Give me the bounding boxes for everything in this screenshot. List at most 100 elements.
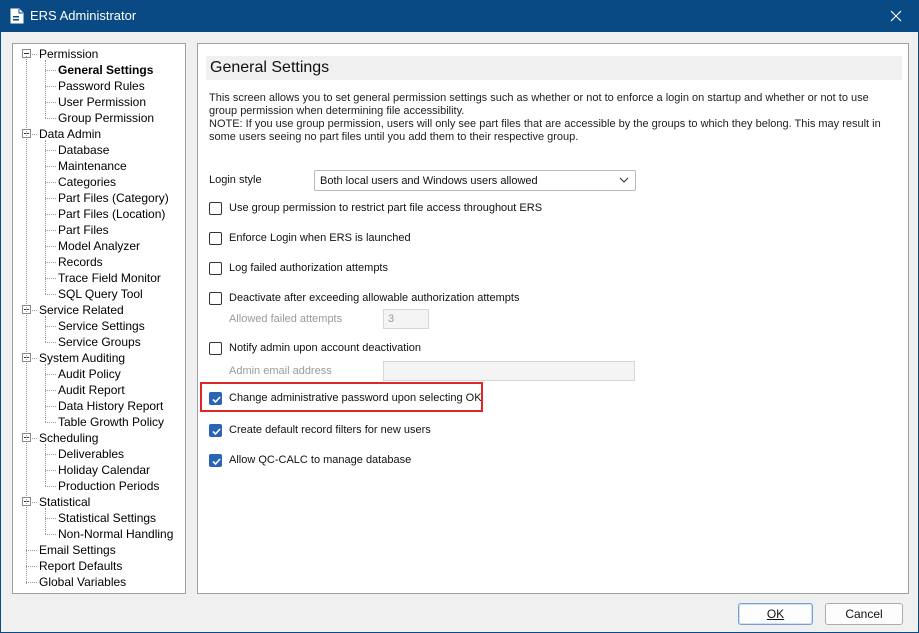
tree-connector	[26, 566, 37, 567]
tree-connector	[45, 364, 46, 422]
tree-item[interactable]: Audit Policy	[58, 366, 121, 382]
deactivate-label: Deactivate after exceeding allowable aut…	[229, 292, 520, 304]
notify-admin-label: Notify admin upon account deactivation	[229, 342, 422, 354]
tree-item[interactable]: Records	[58, 254, 103, 270]
tree-connector	[32, 310, 37, 311]
tree-connector	[45, 86, 56, 87]
tree-group[interactable]: Report Defaults	[39, 558, 122, 574]
tree-connector	[45, 182, 56, 183]
tree-item[interactable]: Trace Field Monitor	[58, 270, 161, 286]
tree-connector	[32, 438, 37, 439]
deactivate-checkbox[interactable]	[209, 292, 222, 305]
create-filters-checkbox[interactable]	[209, 424, 222, 437]
tree-group[interactable]: Statistical	[39, 494, 90, 510]
tree-item[interactable]: Audit Report	[58, 382, 125, 398]
tree-item[interactable]: Data History Report	[58, 398, 163, 414]
tree-connector	[45, 70, 56, 71]
create-filters-option[interactable]: Create default record filters for new us…	[209, 422, 469, 440]
tree-group[interactable]: Data Admin	[39, 126, 101, 142]
tree-item[interactable]: General Settings	[58, 62, 153, 78]
tree-connector	[45, 214, 56, 215]
tree-group[interactable]: System Auditing	[39, 350, 125, 366]
notify-admin-checkbox[interactable]	[209, 342, 222, 355]
log-failed-checkbox[interactable]	[209, 262, 222, 275]
checkmark-icon	[212, 458, 221, 466]
tree-connector	[45, 118, 56, 119]
tree-connector	[45, 470, 56, 471]
tree-connector	[45, 262, 56, 263]
create-filters-label: Create default record filters for new us…	[229, 424, 431, 436]
title-bar: ERS Administrator	[0, 0, 919, 32]
tree-item[interactable]: Part Files (Category)	[58, 190, 169, 206]
tree-item[interactable]: Model Analyzer	[58, 238, 140, 254]
tree-item[interactable]: Database	[58, 142, 109, 158]
login-style-select[interactable]: Both local users and Windows users allow…	[314, 170, 636, 191]
admin-email-input[interactable]	[383, 361, 635, 381]
tree-connector	[32, 54, 37, 55]
allow-qccalc-checkbox[interactable]	[209, 454, 222, 467]
ok-button[interactable]: OK	[738, 603, 813, 625]
tree-connector	[32, 502, 37, 503]
description-text: This screen allows you to set general pe…	[209, 92, 869, 117]
tree-item[interactable]: Service Settings	[58, 318, 145, 334]
tree-item[interactable]: Part Files (Location)	[58, 206, 165, 222]
tree-connector	[32, 358, 37, 359]
tree-connector	[45, 326, 56, 327]
allow-qccalc-option[interactable]: Allow QC-CALC to manage database	[209, 452, 469, 470]
tree-connector	[45, 316, 46, 342]
use-group-permission-checkbox[interactable]	[209, 202, 222, 215]
tree-connector	[45, 246, 56, 247]
tree-item[interactable]: Holiday Calendar	[58, 462, 150, 478]
app-document-icon	[10, 8, 24, 24]
description-note: NOTE: If you use group permission, users…	[209, 118, 881, 143]
navigation-tree[interactable]: Permission General Settings Password Rules…	[12, 43, 186, 594]
allowed-attempts-input[interactable]: 3	[383, 309, 429, 329]
enforce-login-checkbox[interactable]	[209, 232, 222, 245]
tree-item[interactable]: Maintenance	[58, 158, 127, 174]
settings-panel: General Settings This screen allows you …	[197, 43, 909, 594]
allowed-attempts-value: 3	[388, 313, 395, 325]
tree-connector	[45, 166, 56, 167]
tree-item[interactable]: Service Groups	[58, 334, 141, 350]
tree-connector	[45, 486, 56, 487]
tree-connector	[45, 198, 56, 199]
tree-item[interactable]: Production Periods	[58, 478, 159, 494]
tree-item[interactable]: Statistical Settings	[58, 510, 156, 526]
tree-group[interactable]: Permission	[39, 46, 98, 62]
window-title: ERS Administrator	[30, 8, 137, 23]
tree-group[interactable]: Email Settings	[39, 542, 116, 558]
tree-item[interactable]: User Permission	[58, 94, 146, 110]
enforce-login-option[interactable]: Enforce Login when ERS is launched	[209, 230, 509, 248]
tree-connector	[45, 422, 56, 423]
tree-connector	[26, 550, 37, 551]
panel-description: This screen allows you to set general pe…	[209, 92, 899, 144]
tree-item[interactable]: Password Rules	[58, 78, 145, 94]
use-group-permission-option[interactable]: Use group permission to restrict part fi…	[209, 200, 609, 218]
tree-item[interactable]: Table Growth Policy	[58, 414, 164, 430]
tree-item[interactable]: Non-Normal Handling	[58, 526, 173, 542]
tree-connector	[45, 444, 46, 486]
tree-group[interactable]: Service Related	[39, 302, 124, 318]
log-failed-option[interactable]: Log failed authorization attempts	[209, 260, 509, 278]
tree-connector	[45, 508, 46, 534]
deactivate-option[interactable]: Deactivate after exceeding allowable aut…	[209, 290, 609, 308]
tree-item[interactable]: Group Permission	[58, 110, 154, 126]
chevron-down-icon	[619, 177, 629, 183]
tree-connector	[45, 230, 56, 231]
tree-connector	[45, 278, 56, 279]
tree-item[interactable]: Part Files	[58, 222, 109, 238]
close-button[interactable]	[873, 0, 919, 32]
tree-group[interactable]: Scheduling	[39, 430, 98, 446]
tree-item[interactable]: SQL Query Tool	[58, 286, 143, 302]
cancel-button[interactable]: Cancel	[825, 603, 903, 625]
tree-item[interactable]: Categories	[58, 174, 116, 190]
ok-button-label: OK	[766, 607, 785, 621]
login-style-value: Both local users and Windows users allow…	[320, 175, 538, 187]
close-icon	[890, 10, 902, 22]
log-failed-label: Log failed authorization attempts	[229, 262, 388, 274]
tree-group[interactable]: Global Variables	[39, 574, 126, 590]
tree-connector	[26, 582, 37, 583]
notify-admin-option[interactable]: Notify admin upon account deactivation	[209, 340, 509, 358]
enforce-login-label: Enforce Login when ERS is launched	[229, 232, 411, 244]
tree-item[interactable]: Deliverables	[58, 446, 124, 462]
